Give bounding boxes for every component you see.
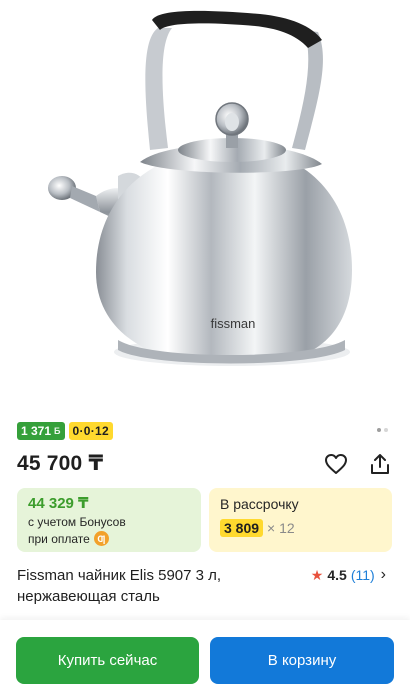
product-title: Fissman чайник Elis 5907 3 л, нержавеюща…: [17, 567, 222, 605]
installment-amount: 3 809: [220, 519, 264, 537]
action-bar: Купить сейчас В корзину: [0, 620, 410, 699]
rating-value: 4.5: [327, 567, 347, 583]
bonus-price-amount: 44 329 ₸: [28, 495, 89, 512]
product-price: 45 700 ₸: [17, 452, 104, 475]
gallery-dot[interactable]: [384, 428, 388, 432]
share-button[interactable]: [366, 450, 394, 478]
bonus-price-value: 1 371: [21, 424, 52, 438]
heart-icon: [325, 454, 347, 474]
product-image-gallery[interactable]: fissman: [0, 0, 410, 412]
installment-multiplier: × 12: [267, 520, 295, 536]
bonus-coin-icon: Ƣ: [93, 531, 109, 546]
product-image: fissman: [48, 10, 352, 366]
brand-engraving: fissman: [211, 316, 256, 331]
bonus-price-badge: 1 371 Б: [17, 422, 65, 440]
add-to-cart-button[interactable]: В корзину: [210, 637, 394, 684]
installment-card[interactable]: В рассрочку 3 809 × 12: [209, 488, 392, 552]
gallery-pagination[interactable]: [377, 428, 388, 432]
bonus-note-line2: при оплате: [28, 531, 90, 546]
promo-badges: 1 371 Б 0·0·12: [17, 422, 113, 440]
bonus-currency-icon: Б: [54, 426, 61, 436]
review-count: (11): [350, 567, 375, 583]
chevron-right-icon: ›: [380, 566, 386, 583]
buy-now-button[interactable]: Купить сейчас: [16, 637, 199, 684]
share-icon: [371, 454, 389, 474]
installment-title: В рассрочку: [220, 496, 299, 512]
bonus-note-line2-row: при оплате Ƣ: [28, 531, 109, 546]
favorite-button[interactable]: [322, 450, 350, 478]
installment-badge: 0·0·12: [68, 422, 113, 440]
bonus-price-card[interactable]: 44 329 ₸ с учетом Бонусов при оплате Ƣ: [17, 488, 201, 552]
bonus-note-line1: с учетом Бонусов: [28, 515, 126, 529]
installment-row: 3 809 × 12: [220, 519, 295, 537]
rating-link[interactable]: ★ 4.5 (11) ›: [311, 566, 386, 584]
gallery-dot-active[interactable]: [377, 428, 381, 432]
star-icon: ★: [310, 566, 324, 583]
